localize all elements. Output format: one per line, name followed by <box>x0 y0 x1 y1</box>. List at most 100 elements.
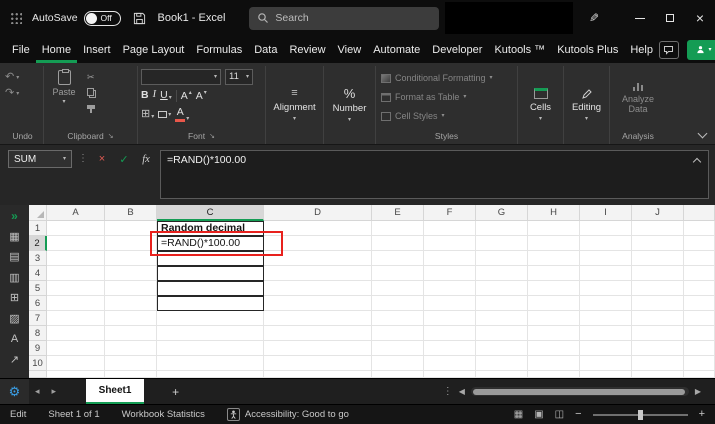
cell-C6[interactable] <box>157 296 264 311</box>
row-header-10[interactable]: 10 <box>29 356 47 371</box>
cell-3[interactable] <box>684 251 715 266</box>
cell-J2[interactable] <box>632 236 684 251</box>
share-button[interactable]: ▾ <box>686 39 715 60</box>
cell-F2[interactable] <box>424 236 476 251</box>
chart-icon[interactable]: ▨ <box>9 313 19 325</box>
cell-H8[interactable] <box>528 326 580 341</box>
bold-button[interactable]: B <box>141 90 149 101</box>
workbook-statistics-button[interactable]: Workbook Statistics <box>122 409 205 420</box>
cell-F10[interactable] <box>424 356 476 371</box>
cell-6[interactable] <box>684 296 715 311</box>
cell-H10[interactable] <box>528 356 580 371</box>
cell-A8[interactable] <box>47 326 105 341</box>
cell-9[interactable] <box>684 341 715 356</box>
column-header-partial[interactable] <box>684 205 715 221</box>
cell-B9[interactable] <box>105 341 157 356</box>
minimize-button[interactable] <box>625 0 655 36</box>
row-header-2[interactable]: 2 <box>29 236 47 251</box>
cell-I[interactable] <box>580 371 632 378</box>
cell-A10[interactable] <box>47 356 105 371</box>
alignment-group-button[interactable]: ≡ Alignment ▾ <box>269 67 320 143</box>
cell-A6[interactable] <box>47 296 105 311</box>
column-header-J[interactable]: J <box>632 205 684 221</box>
increase-font-button[interactable]: A ▴ <box>181 90 192 101</box>
column-header-D[interactable]: D <box>264 205 372 221</box>
cell-B3[interactable] <box>105 251 157 266</box>
format-as-table-button[interactable]: Format as Table ▾ <box>379 88 514 106</box>
cell-7[interactable] <box>684 311 715 326</box>
cell-G7[interactable] <box>476 311 528 326</box>
scroll-right-button[interactable]: ▶ <box>689 387 707 396</box>
row-header-1[interactable]: 1 <box>29 221 47 236</box>
cell-F1[interactable] <box>424 221 476 236</box>
cell-J4[interactable] <box>632 266 684 281</box>
column-header-I[interactable]: I <box>580 205 632 221</box>
redo-button[interactable]: ↷ ▾ <box>5 88 40 99</box>
cell-2[interactable] <box>684 236 715 251</box>
italic-button[interactable]: I <box>153 90 157 101</box>
horizontal-scrollbar[interactable] <box>470 387 689 396</box>
select-all-corner[interactable] <box>29 205 47 221</box>
cell-E5[interactable] <box>372 281 424 296</box>
menu-tab-help[interactable]: Help <box>624 36 659 63</box>
cell-F4[interactable] <box>424 266 476 281</box>
cell-B5[interactable] <box>105 281 157 296</box>
cell-C7[interactable] <box>157 311 264 326</box>
formula-bar-handle-icon[interactable]: ⋮ <box>78 150 88 168</box>
dialog-launcher-icon[interactable]: ↘ <box>209 132 215 140</box>
menu-tab-kutools[interactable]: Kutools ™ <box>488 36 551 63</box>
cell-styles-button[interactable]: Cell Styles ▾ <box>379 107 514 125</box>
cell-C1[interactable]: Random decimal <box>157 221 264 236</box>
cell-G[interactable] <box>476 371 528 378</box>
borders-button[interactable]: ⊞ ▾ <box>141 109 154 121</box>
save-button[interactable] <box>133 12 146 25</box>
menu-tab-developer[interactable]: Developer <box>426 36 488 63</box>
cell-B6[interactable] <box>105 296 157 311</box>
scroll-left-button[interactable]: ◀ <box>453 387 471 396</box>
cell-C[interactable] <box>157 371 264 378</box>
cell-E[interactable] <box>372 371 424 378</box>
normal-view-button[interactable]: ▦ <box>514 409 523 420</box>
cell-F3[interactable] <box>424 251 476 266</box>
cell-D2[interactable] <box>264 236 372 251</box>
enter-button[interactable]: ✓ <box>116 150 132 168</box>
cell-A5[interactable] <box>47 281 105 296</box>
cell-H3[interactable] <box>528 251 580 266</box>
column-header-B[interactable]: B <box>105 205 157 221</box>
cell-A9[interactable] <box>47 341 105 356</box>
printer-icon[interactable]: ▥ <box>9 272 19 284</box>
column-header-E[interactable]: E <box>372 205 424 221</box>
more-options-icon[interactable]: ⋮ <box>443 386 453 397</box>
restore-button[interactable] <box>655 0 685 36</box>
row-header-9[interactable]: 9 <box>29 341 47 356</box>
page-layout-view-button[interactable]: ▣ <box>534 409 543 420</box>
cell-G8[interactable] <box>476 326 528 341</box>
analyze-data-button[interactable]: Analyze Data <box>613 67 663 129</box>
conditional-formatting-button[interactable]: Conditional Formatting ▾ <box>379 69 514 87</box>
paste-button[interactable]: Paste ▾ <box>47 67 81 129</box>
cell-filler[interactable] <box>684 371 715 378</box>
cell-F7[interactable] <box>424 311 476 326</box>
comments-button[interactable] <box>658 40 679 59</box>
worksheet-icon[interactable]: ⊞ <box>10 293 19 304</box>
cell-I1[interactable] <box>580 221 632 236</box>
cancel-button[interactable]: × <box>94 150 110 168</box>
row-header-6[interactable]: 6 <box>29 296 47 311</box>
row-header-8[interactable]: 8 <box>29 326 47 341</box>
cell-J9[interactable] <box>632 341 684 356</box>
menu-tab-view[interactable]: View <box>332 36 368 63</box>
cell-J3[interactable] <box>632 251 684 266</box>
cell-I7[interactable] <box>580 311 632 326</box>
cell-E6[interactable] <box>372 296 424 311</box>
cell-B7[interactable] <box>105 311 157 326</box>
cell-D6[interactable] <box>264 296 372 311</box>
zoom-slider[interactable] <box>592 409 688 420</box>
cell-D8[interactable] <box>264 326 372 341</box>
cell-B[interactable] <box>105 371 157 378</box>
menu-tab-file[interactable]: File <box>6 36 36 63</box>
cell-J6[interactable] <box>632 296 684 311</box>
cell-I2[interactable] <box>580 236 632 251</box>
sheet-tab-sheet1[interactable]: Sheet1 <box>86 379 145 404</box>
cell-D10[interactable] <box>264 356 372 371</box>
calendar-icon[interactable]: ▦ <box>9 231 19 243</box>
